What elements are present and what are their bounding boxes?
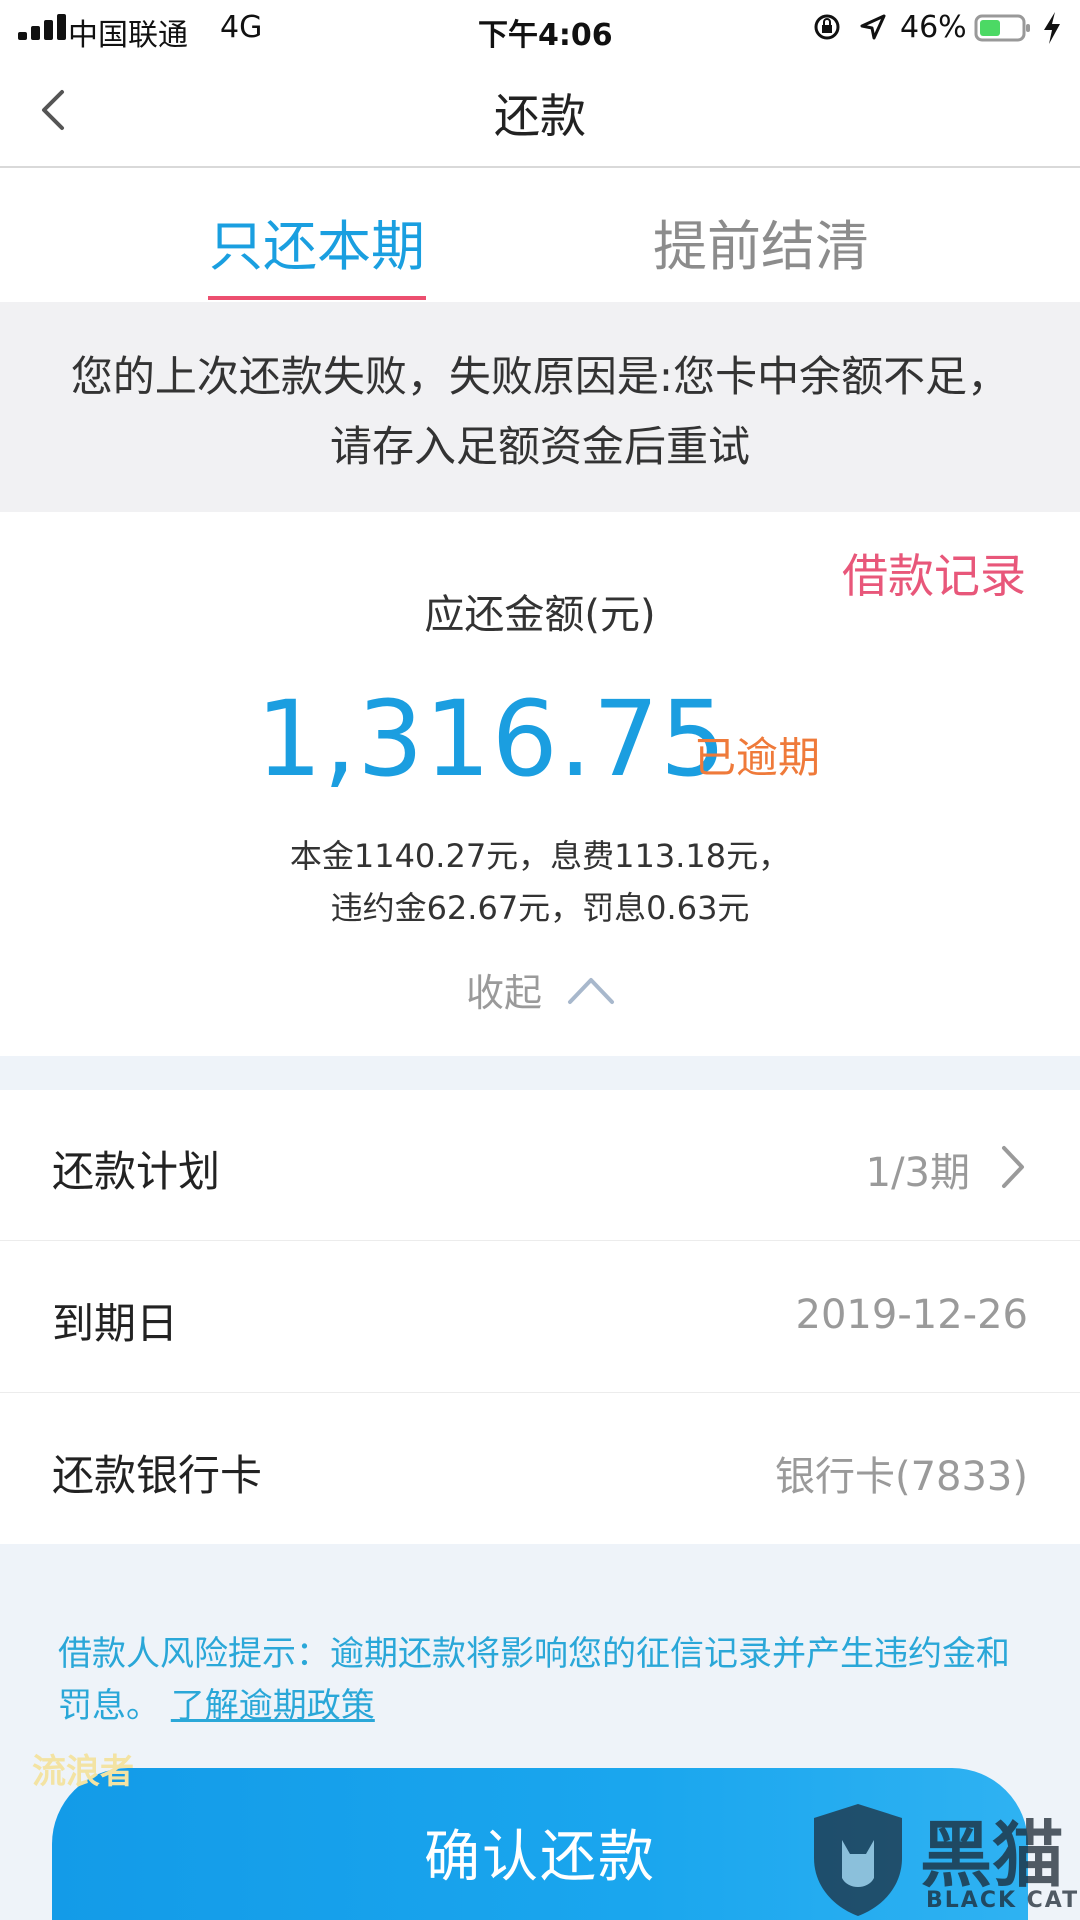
network-type: 4G	[220, 10, 263, 45]
chevron-right-icon	[1002, 1146, 1024, 1188]
signal-icon	[18, 14, 70, 40]
carrier-name: 中国联通	[68, 18, 188, 53]
status-bar: 中国联通 4G 下午4:06 46%	[0, 0, 1080, 56]
charging-bolt-icon	[1044, 12, 1060, 44]
collapse-button[interactable]: 收起	[466, 962, 542, 1017]
risk-warning: 借款人风险提示：逾期还款将影响您的征信记录并产生违约金和罚息。 了解逾期政策	[58, 1628, 1028, 1732]
row-due-date: 到期日 2019-12-26	[0, 1242, 1080, 1393]
amount-due-value: 1,316.75	[256, 678, 728, 800]
watermark-black-cat-en: BLACK CAT	[926, 1888, 1080, 1913]
tab-active-indicator	[208, 296, 426, 300]
overdue-policy-link[interactable]: 了解逾期政策	[171, 1686, 375, 1726]
overdue-status: 已逾期	[694, 733, 821, 782]
breakdown-line-1: 本金1140.27元，息费113.18元，	[289, 837, 791, 875]
watermark-left: 流浪者	[32, 1752, 134, 1792]
chevron-up-icon[interactable]	[566, 972, 616, 1008]
bank-card-value: 银行卡(7833)	[774, 1454, 1028, 1500]
row-bank-card[interactable]: 还款银行卡 银行卡(7833)	[0, 1394, 1080, 1544]
nav-bar: 还款	[0, 56, 1080, 168]
tab-pay-current-period[interactable]: 只还本期	[208, 202, 426, 281]
loan-detail-list: 还款计划 1/3期 到期日 2019-12-26 还款银行卡 银行卡(7833)	[0, 1090, 1080, 1544]
due-date-value: 2019-12-26	[795, 1292, 1028, 1338]
breakdown-line-2: 违约金62.67元，罚息0.63元	[330, 889, 750, 927]
repayment-plan-value: 1/3期	[865, 1150, 970, 1196]
watermark-black-cat-text: 黑猫	[920, 1813, 1065, 1897]
payment-failure-notice: 您的上次还款失败，失败原因是:您卡中余额不足，请存入足额资金后重试	[0, 302, 1080, 512]
tab-early-settlement[interactable]: 提前结清	[652, 202, 870, 281]
due-date-label: 到期日	[52, 1299, 179, 1348]
amount-due-label: 应还金额(元)	[424, 592, 656, 638]
row-repayment-plan[interactable]: 还款计划 1/3期	[0, 1090, 1080, 1241]
tab-bar: 只还本期 提前结清	[0, 168, 1080, 302]
amount-breakdown: 本金1140.27元，息费113.18元， 违约金62.67元，罚息0.63元	[0, 830, 1080, 934]
page-title: 还款	[494, 89, 586, 143]
notice-text: 您的上次还款失败，失败原因是:您卡中余额不足，请存入足额资金后重试	[70, 352, 1010, 471]
rotation-lock-icon	[814, 14, 840, 40]
black-cat-shield-icon	[814, 1804, 902, 1916]
clock: 下午4:06	[478, 18, 613, 53]
location-icon	[860, 14, 886, 40]
battery-percent: 46%	[900, 10, 967, 45]
repayment-plan-label: 还款计划	[52, 1147, 221, 1196]
bank-card-label: 还款银行卡	[52, 1451, 263, 1500]
battery-icon	[974, 14, 1030, 42]
amount-card: 借款记录 应还金额(元) 1,316.75 已逾期 本金1140.27元，息费1…	[0, 512, 1080, 1056]
